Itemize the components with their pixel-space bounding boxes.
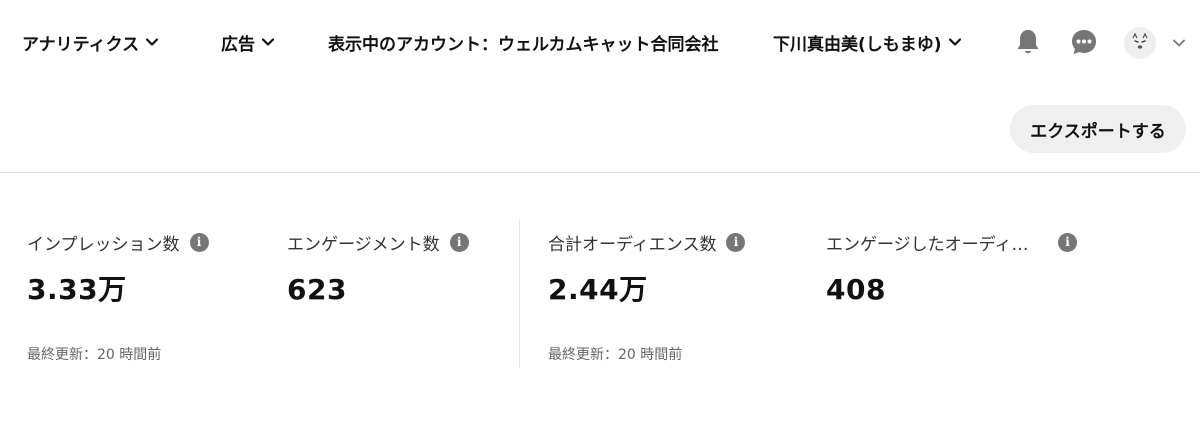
metric-engagements: エンゲージメント数 i 623 <box>287 228 469 310</box>
metrics-vertical-divider <box>519 220 520 368</box>
viewing-account-info: 表示中のアカウント： ウェルカムキャット合同会社 <box>328 27 719 57</box>
metric-label: エンゲージメント数 <box>287 234 440 255</box>
metric-total-audience: 合計オーディエンス数 i 2.44万 <box>548 228 746 310</box>
info-icon[interactable]: i <box>726 232 746 252</box>
chat-icon <box>1072 30 1096 54</box>
metric-engaged-audience: エンゲージしたオーディ… i 408 <box>826 228 1077 310</box>
messages-button[interactable] <box>1066 24 1102 60</box>
metric-value: 623 <box>287 273 347 306</box>
notifications-button[interactable] <box>1010 24 1046 60</box>
section-divider <box>0 172 1200 173</box>
info-icon[interactable]: i <box>449 232 469 252</box>
cat-face-icon <box>1132 32 1148 49</box>
metric-label-row: インプレッション数 i <box>27 228 209 256</box>
account-name: ウェルカムキャット合同会社 <box>498 34 719 55</box>
avatar[interactable] <box>1124 27 1156 59</box>
metric-label: インプレッション数 <box>27 234 180 255</box>
chevron-down-icon <box>261 38 275 46</box>
nav-ads-menu[interactable]: 広告 <box>221 27 275 57</box>
metric-label: 合計オーディエンス数 <box>548 234 717 255</box>
account-prefix: 表示中のアカウント： <box>328 34 498 55</box>
metric-label: エンゲージしたオーディ… <box>826 234 1029 255</box>
top-navigation-bar: アナリティクス 広告 表示中のアカウント： ウェルカムキャット合同会社 下川真由… <box>0 0 1200 84</box>
bell-icon <box>1017 30 1039 54</box>
chevron-down-icon <box>948 38 961 46</box>
chevron-down-icon <box>1173 39 1185 47</box>
metric-impressions: インプレッション数 i 3.33万 <box>27 228 209 310</box>
metric-value: 3.33万 <box>27 273 127 306</box>
nav-analytics-label: アナリティクス <box>22 34 140 55</box>
metric-label-row: エンゲージメント数 i <box>287 228 469 256</box>
nav-ads-label: 広告 <box>221 34 255 55</box>
info-icon[interactable]: i <box>189 232 209 252</box>
user-name: 下川真由美(しもまゆ) <box>773 34 942 55</box>
last-updated-text: 最終更新：20 時間前 <box>548 347 683 363</box>
info-icon[interactable]: i <box>1058 232 1077 252</box>
export-button[interactable]: エクスポートする <box>1010 105 1186 153</box>
metric-label-row: エンゲージしたオーディ… i <box>826 228 1077 256</box>
metric-label-row: 合計オーディエンス数 i <box>548 228 746 256</box>
metric-value: 2.44万 <box>548 273 648 306</box>
last-updated-text: 最終更新：20 時間前 <box>27 347 162 363</box>
user-switcher[interactable]: 下川真由美(しもまゆ) <box>773 27 962 57</box>
account-menu-toggle[interactable] <box>1168 32 1190 54</box>
chevron-down-icon <box>146 38 159 46</box>
nav-analytics-menu[interactable]: アナリティクス <box>22 27 159 57</box>
metric-value: 408 <box>826 273 886 306</box>
